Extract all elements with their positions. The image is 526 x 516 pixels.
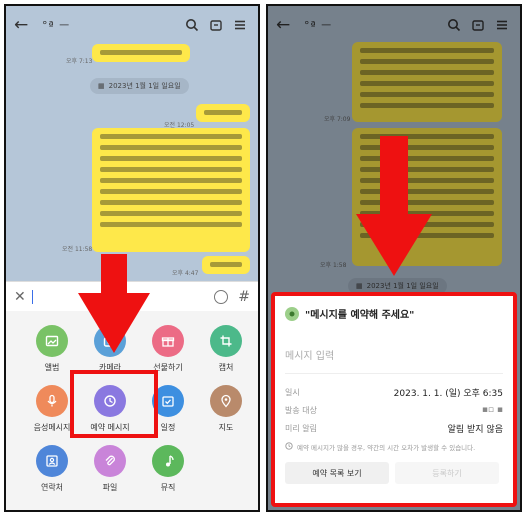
back-arrow-icon[interactable]: ← bbox=[14, 15, 36, 35]
timestamp: 오전 11:58 bbox=[62, 246, 93, 253]
chat-bubble[interactable] bbox=[92, 44, 190, 62]
bot-icon bbox=[285, 306, 299, 321]
map-pin-icon bbox=[210, 385, 242, 417]
chat-bubble[interactable] bbox=[202, 256, 250, 274]
annotation-arrow-head bbox=[78, 293, 150, 353]
clip-icon bbox=[94, 445, 126, 477]
chat-title: °ª ㅡ bbox=[42, 19, 71, 32]
annotation-arrow-head bbox=[356, 214, 432, 276]
timestamp: 오후 4:47 bbox=[172, 270, 199, 277]
attach-music[interactable]: 뮤직 bbox=[139, 445, 197, 493]
view-reservation-list-button[interactable]: 예약 목록 보기 bbox=[285, 462, 389, 484]
row-reminder[interactable]: 미리 알림 알림 받지 않음 bbox=[285, 418, 503, 438]
chat-bubble[interactable] bbox=[92, 128, 250, 252]
row-key: 일시 bbox=[285, 387, 300, 397]
row-key: 미리 알림 bbox=[285, 423, 317, 433]
left-screenshot: ← °ª ㅡ 오후 7:13 ▦ 2023년 1월 1일 일요일 오전 12:0… bbox=[4, 4, 260, 512]
attach-map[interactable]: 지도 bbox=[197, 385, 255, 433]
sheet-title-text: "메시지를 예약해 주세요" bbox=[305, 310, 415, 321]
menu-icon[interactable] bbox=[230, 15, 250, 35]
drawer-icon[interactable] bbox=[206, 15, 226, 35]
row-value: 알림 받지 않음 bbox=[447, 424, 503, 435]
album-icon bbox=[36, 325, 68, 357]
register-button[interactable]: 등록하기 bbox=[395, 462, 499, 484]
gift-icon bbox=[152, 325, 184, 357]
notice: 예약 메시지가 많을 경우, 약간의 시간 오차가 발생할 수 있습니다. bbox=[285, 442, 503, 452]
attach-label: 연락처 bbox=[40, 483, 64, 492]
attach-contact[interactable]: 연락처 bbox=[23, 445, 81, 493]
chat-header: ← °ª ㅡ bbox=[6, 6, 258, 44]
annotation-arrow-shaft bbox=[101, 254, 127, 294]
row-key: 발송 대상 bbox=[285, 405, 317, 415]
calendar-small-icon: ▦ bbox=[98, 82, 105, 90]
row-value: ▪▫ ▪ bbox=[481, 405, 503, 415]
attach-label: 지도 bbox=[218, 423, 234, 432]
capture-icon bbox=[210, 325, 242, 357]
search-icon[interactable] bbox=[182, 15, 202, 35]
sheet-title: "메시지를 예약해 주세요" bbox=[285, 306, 414, 321]
hash-icon[interactable]: # bbox=[238, 289, 250, 305]
attach-album[interactable]: 앨범 bbox=[23, 325, 81, 373]
attach-label: 파일 bbox=[102, 483, 118, 492]
text-cursor[interactable] bbox=[32, 289, 33, 304]
right-screenshot: ← °ª ㅡ 오후 7:09 오후 1:58 ▦ 2023년 1월 1일 일요일… bbox=[266, 4, 522, 512]
timestamp: 오후 7:13 bbox=[66, 58, 93, 65]
date-label: 2023년 1월 1일 일요일 bbox=[108, 82, 181, 90]
attach-label: 뮤직 bbox=[160, 483, 176, 492]
chat-bubble[interactable] bbox=[196, 104, 250, 122]
emoji-icon[interactable] bbox=[214, 289, 229, 304]
mic-icon bbox=[36, 385, 68, 417]
attach-capture[interactable]: 캡처 bbox=[197, 325, 255, 373]
row-recipient[interactable]: 발송 대상 ▪▫ ▪ bbox=[285, 400, 503, 420]
schedule-message-sheet: "메시지를 예약해 주세요" 메시지 입력 일시 2023. 1. 1. (일)… bbox=[271, 292, 517, 507]
attach-file[interactable]: 파일 bbox=[81, 445, 139, 493]
row-value: 2023. 1. 1. (일) 오후 6:35 bbox=[393, 388, 503, 399]
close-icon[interactable]: ✕ bbox=[14, 289, 32, 305]
message-placeholder: 메시지 입력 bbox=[285, 351, 335, 362]
annotation-highlight-box bbox=[70, 370, 158, 438]
annotation-arrow-shaft bbox=[380, 136, 408, 216]
date-pill: ▦ 2023년 1월 1일 일요일 bbox=[90, 78, 189, 94]
row-datetime[interactable]: 일시 2023. 1. 1. (일) 오후 6:35 bbox=[285, 382, 503, 402]
clock-small-icon bbox=[285, 442, 293, 452]
attach-label: 캡처 bbox=[218, 363, 234, 372]
contact-icon bbox=[36, 445, 68, 477]
music-icon bbox=[152, 445, 184, 477]
message-input[interactable]: 메시지 입력 bbox=[285, 336, 503, 374]
notice-text: 예약 메시지가 많을 경우, 약간의 시간 오차가 발생할 수 있습니다. bbox=[297, 444, 476, 452]
